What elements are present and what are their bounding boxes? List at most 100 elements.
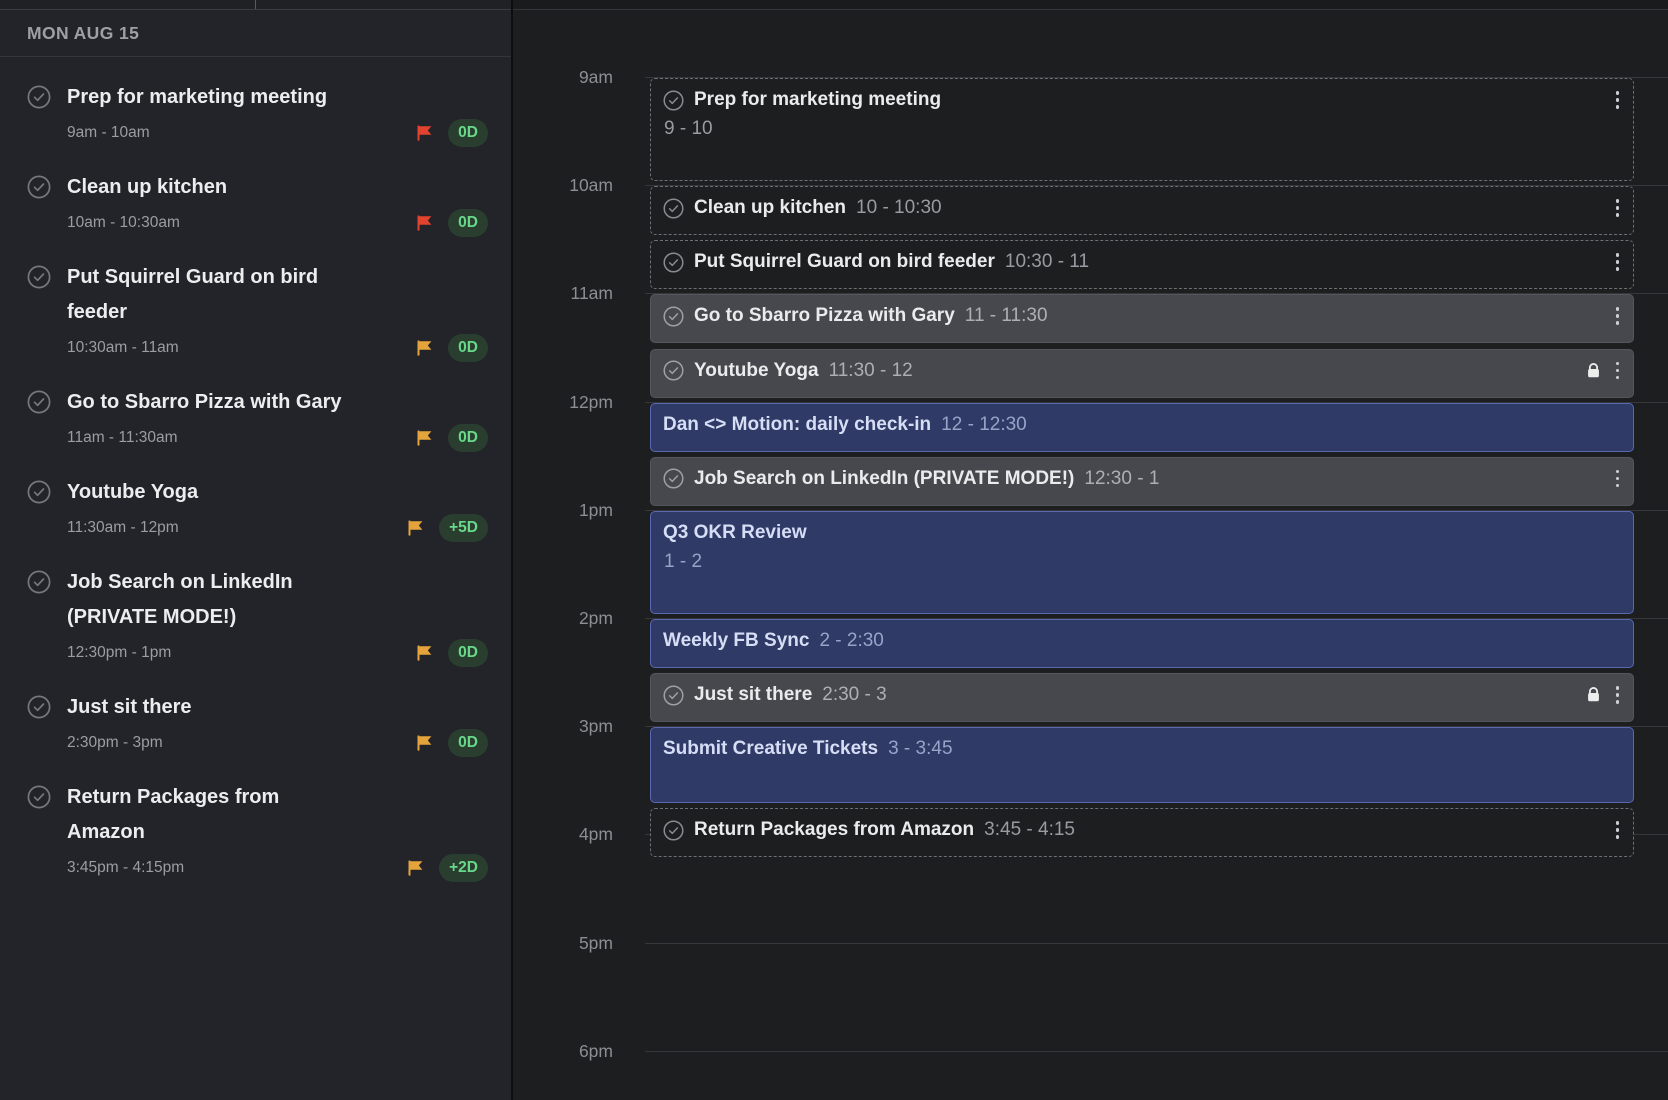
event-icons [1614, 198, 1622, 218]
top-strip-divider [255, 0, 256, 9]
event-icons [1614, 252, 1622, 272]
due-badge: +5D [439, 514, 488, 542]
check-circle-icon[interactable] [27, 265, 51, 289]
task-row[interactable]: Prep for marketing meeting 9am - 10am 0D [27, 80, 488, 147]
event-menu-icon[interactable] [1614, 306, 1622, 326]
event-title: Job Search on LinkedIn (PRIVATE MODE!) [694, 468, 1074, 490]
event-title: Prep for marketing meeting [694, 89, 941, 111]
task-main: Go to Sbarro Pizza with Gary [27, 385, 488, 420]
event-time: 10:30 - 11 [1005, 251, 1089, 273]
event-menu-icon[interactable] [1614, 820, 1622, 840]
task-meta: 10:30am - 11am 0D [27, 334, 488, 362]
event-menu-icon[interactable] [1614, 90, 1622, 110]
task-sidebar: MON AUG 15 Prep for marketing meeting 9a… [0, 10, 511, 1100]
check-circle-icon[interactable] [663, 306, 684, 327]
due-badge: 0D [448, 639, 488, 667]
sidebar-date-header: MON AUG 15 [0, 10, 511, 57]
task-main: Return Packages from Amazon [27, 780, 488, 850]
event-time: 11:30 - 12 [829, 360, 913, 382]
event-line: Job Search on LinkedIn (PRIVATE MODE!) 1… [651, 458, 1633, 490]
event-icons [1585, 361, 1622, 381]
event-line: Dan <> Motion: daily check-in 12 - 12:30 [651, 404, 1633, 436]
event-icons [1585, 685, 1622, 705]
event-line: Weekly FB Sync 2 - 2:30 [651, 620, 1633, 652]
calendar-event[interactable]: Just sit there 2:30 - 3 2:30 - 3 [650, 673, 1634, 722]
check-circle-icon[interactable] [27, 390, 51, 414]
task-meta: 2:30pm - 3pm 0D [27, 729, 488, 757]
calendar-event[interactable]: Submit Creative Tickets 3 - 3:45 3 - 3:4… [650, 727, 1634, 803]
task-time: 2:30pm - 3pm [67, 734, 163, 752]
calendar-event[interactable]: Clean up kitchen 10 - 10:30 10 - 10:30 [650, 186, 1634, 235]
event-menu-icon[interactable] [1614, 252, 1622, 272]
task-meta: 3:45pm - 4:15pm +2D [27, 854, 488, 882]
top-strip-right [512, 0, 1668, 10]
check-circle-icon[interactable] [663, 198, 684, 219]
calendar-event[interactable]: Weekly FB Sync 2 - 2:30 2 - 2:30 [650, 619, 1634, 668]
event-title: Youtube Yoga [694, 360, 819, 382]
event-icons [1614, 469, 1622, 489]
calendar-event[interactable]: Youtube Yoga 11:30 - 12 11:30 - 12 [650, 349, 1634, 398]
hour-gridline [645, 943, 1668, 944]
task-row[interactable]: Job Search on LinkedIn (PRIVATE MODE!) 1… [27, 565, 488, 667]
hour-label: 6pm [513, 1040, 613, 1062]
event-line: Clean up kitchen 10 - 10:30 [651, 187, 1633, 219]
task-row[interactable]: Clean up kitchen 10am - 10:30am 0D [27, 170, 488, 237]
calendar-event[interactable]: Go to Sbarro Pizza with Gary 11 - 11:30 … [650, 294, 1634, 343]
task-row[interactable]: Put Squirrel Guard on bird feeder 10:30a… [27, 260, 488, 362]
task-time: 10am - 10:30am [67, 214, 180, 232]
task-row[interactable]: Just sit there 2:30pm - 3pm 0D [27, 690, 488, 757]
check-circle-icon[interactable] [27, 480, 51, 504]
check-circle-icon[interactable] [663, 252, 684, 273]
event-line: Youtube Yoga 11:30 - 12 [651, 350, 1633, 382]
check-circle-icon[interactable] [27, 570, 51, 594]
event-line: Go to Sbarro Pizza with Gary 11 - 11:30 [651, 295, 1633, 327]
task-time: 3:45pm - 4:15pm [67, 859, 184, 877]
flag-icon [414, 643, 434, 663]
event-title: Clean up kitchen [694, 197, 846, 219]
task-main: Prep for marketing meeting [27, 80, 488, 115]
due-badge: +2D [439, 854, 488, 882]
event-time-stacked: 1 - 2 [651, 544, 1633, 573]
due-badge: 0D [448, 209, 488, 237]
check-circle-icon[interactable] [27, 695, 51, 719]
calendar-event[interactable]: Q3 OKR Review 1 - 2 1 - 2 [650, 511, 1634, 614]
task-time: 11am - 11:30am [67, 429, 178, 447]
event-time: 12:30 - 1 [1084, 468, 1159, 490]
event-menu-icon[interactable] [1614, 469, 1622, 489]
hour-label: 12pm [513, 391, 613, 413]
check-circle-icon[interactable] [663, 820, 684, 841]
event-line: Just sit there 2:30 - 3 [651, 674, 1633, 706]
check-circle-icon[interactable] [27, 785, 51, 809]
event-menu-icon[interactable] [1614, 361, 1622, 381]
hour-label: 9am [513, 66, 613, 88]
flag-icon [414, 428, 434, 448]
top-strip-left [0, 0, 512, 10]
check-circle-icon[interactable] [27, 175, 51, 199]
calendar-event[interactable]: Put Squirrel Guard on bird feeder 10:30 … [650, 240, 1634, 289]
task-row[interactable]: Go to Sbarro Pizza with Gary 11am - 11:3… [27, 385, 488, 452]
event-time: 10 - 10:30 [856, 197, 942, 219]
event-menu-icon[interactable] [1614, 685, 1622, 705]
event-line: Q3 OKR Review 1 - 2 [651, 512, 1633, 544]
check-circle-icon[interactable] [663, 685, 684, 706]
event-menu-icon[interactable] [1614, 198, 1622, 218]
hour-label: 5pm [513, 932, 613, 954]
calendar-event[interactable]: Job Search on LinkedIn (PRIVATE MODE!) 1… [650, 457, 1634, 506]
task-row[interactable]: Youtube Yoga 11:30am - 12pm +5D [27, 475, 488, 542]
check-circle-icon[interactable] [663, 468, 684, 489]
calendar-event[interactable]: Dan <> Motion: daily check-in 12 - 12:30… [650, 403, 1634, 452]
event-title: Put Squirrel Guard on bird feeder [694, 251, 995, 273]
hour-gridline [645, 1051, 1668, 1052]
event-line: Put Squirrel Guard on bird feeder 10:30 … [651, 241, 1633, 273]
calendar-event[interactable]: Return Packages from Amazon 3:45 - 4:15 … [650, 808, 1634, 857]
event-time: 12 - 12:30 [941, 414, 1027, 436]
lock-icon [1585, 686, 1602, 703]
event-time-stacked: 9 - 10 [651, 111, 1633, 140]
task-title: Clean up kitchen [67, 170, 227, 205]
check-circle-icon[interactable] [663, 360, 684, 381]
check-circle-icon[interactable] [663, 90, 684, 111]
task-main: Just sit there [27, 690, 488, 725]
check-circle-icon[interactable] [27, 85, 51, 109]
task-row[interactable]: Return Packages from Amazon 3:45pm - 4:1… [27, 780, 488, 882]
calendar-event[interactable]: Prep for marketing meeting 9 - 10 9 - 10 [650, 78, 1634, 181]
